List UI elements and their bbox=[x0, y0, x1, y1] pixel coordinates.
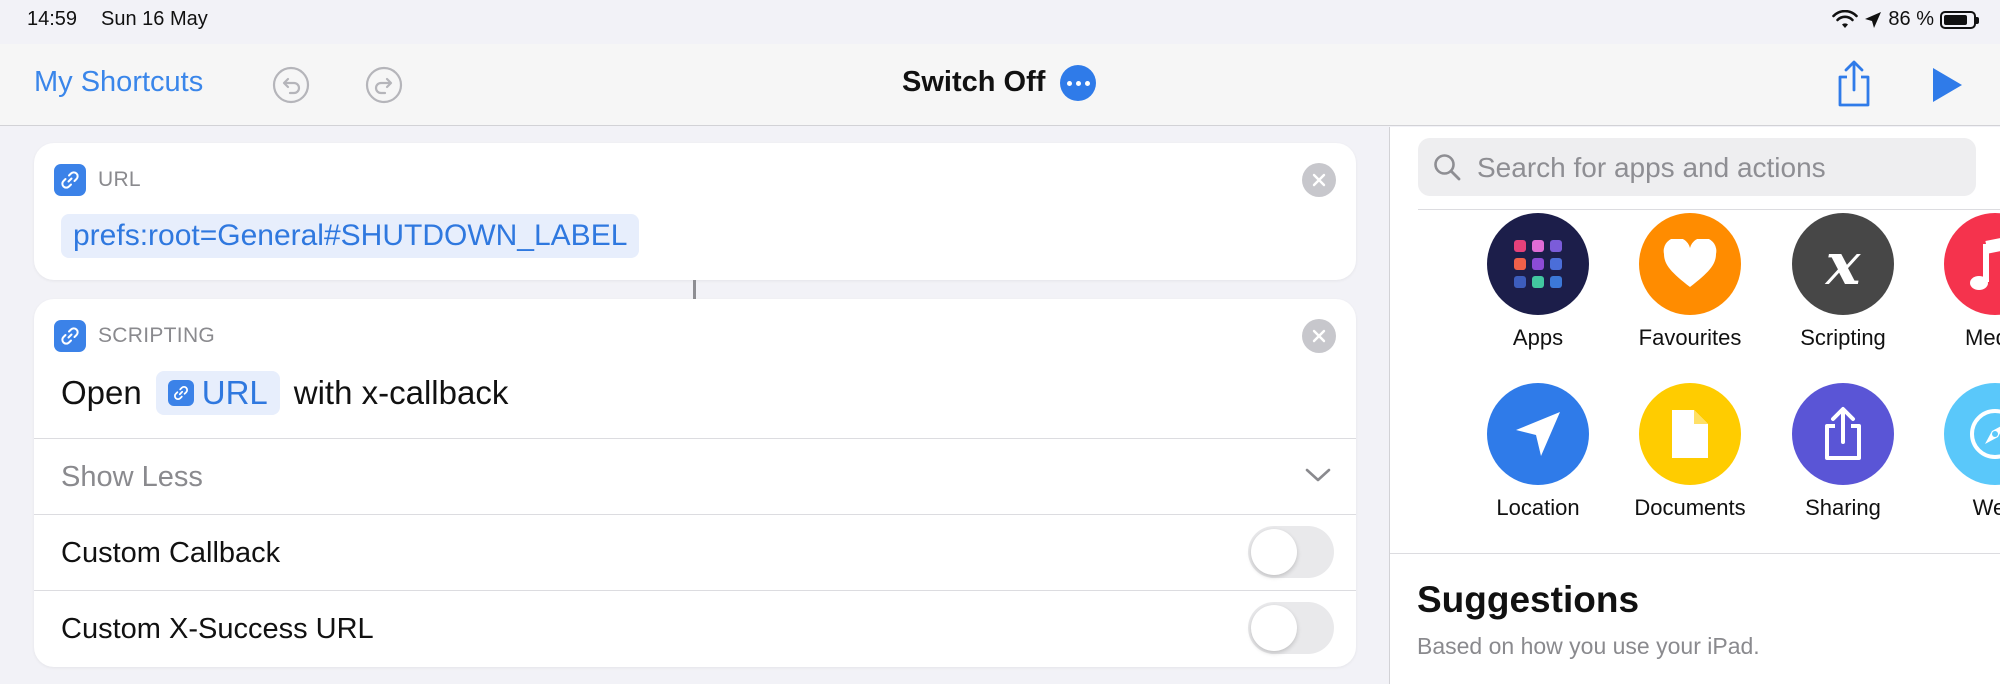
status-indicators: 86 % bbox=[1832, 8, 1979, 31]
category-web[interactable]: Web bbox=[1925, 383, 2000, 521]
battery-icon bbox=[1940, 10, 1979, 29]
show-less-row[interactable]: Show Less bbox=[34, 438, 1356, 514]
close-icon bbox=[1312, 173, 1326, 187]
status-time: 14:59 bbox=[27, 8, 78, 30]
show-less-label: Show Less bbox=[61, 461, 203, 493]
status-date: Sun 16 May bbox=[101, 8, 208, 30]
wifi-icon bbox=[1832, 9, 1859, 28]
more-dot bbox=[1075, 80, 1081, 86]
chevron-down-icon bbox=[1305, 468, 1331, 482]
action-header: SCRIPTING bbox=[54, 320, 215, 352]
link-icon bbox=[167, 380, 194, 406]
suggestions-heading: Suggestions bbox=[1417, 579, 1640, 620]
open-x-callback-action-card[interactable]: SCRIPTING Open URL with x-callback Show … bbox=[34, 299, 1356, 667]
music-note-icon bbox=[1944, 213, 2000, 315]
more-dot bbox=[1066, 80, 1072, 86]
category-favourites[interactable]: Favourites bbox=[1620, 213, 1760, 351]
category-label: Media bbox=[1965, 325, 2000, 350]
close-icon bbox=[1312, 329, 1326, 343]
action-summary: Open URL with x-callback bbox=[61, 371, 508, 415]
custom-x-success-url-row: Custom X-Success URL bbox=[34, 590, 1356, 666]
remove-action-button[interactable] bbox=[1302, 163, 1336, 197]
category-apps[interactable]: Apps bbox=[1468, 213, 1608, 351]
location-services-icon bbox=[1865, 11, 1882, 28]
scripting-x-icon: x bbox=[1792, 213, 1894, 315]
undo-icon[interactable] bbox=[272, 66, 310, 104]
custom-x-success-url-toggle[interactable] bbox=[1248, 602, 1334, 654]
search-placeholder: Search for apps and actions bbox=[1477, 152, 1826, 183]
suggestions-subtitle: Based on how you use your iPad. bbox=[1417, 633, 1760, 659]
category-label: Location bbox=[1496, 495, 1580, 520]
category-label: Apps bbox=[1512, 325, 1564, 350]
play-icon[interactable] bbox=[1930, 66, 1964, 104]
link-icon bbox=[54, 164, 86, 196]
category-location[interactable]: Location bbox=[1468, 383, 1608, 521]
category-label: Scripting bbox=[1800, 325, 1886, 350]
search-icon bbox=[1434, 154, 1461, 181]
url-variable-token[interactable]: URL bbox=[155, 371, 280, 415]
category-media[interactable]: Media bbox=[1925, 213, 2000, 351]
redo-icon[interactable] bbox=[365, 66, 403, 104]
custom-callback-label: Custom Callback bbox=[61, 537, 281, 569]
share-icon bbox=[1792, 383, 1894, 485]
category-sharing[interactable]: Sharing bbox=[1773, 383, 1913, 521]
navigation-bar: My Shortcuts Switch Off bbox=[0, 44, 2000, 126]
shortcut-title[interactable]: Switch Off bbox=[902, 66, 1045, 99]
url-action-card[interactable]: URL prefs:root=General#SHUTDOWN_LABEL bbox=[34, 143, 1356, 280]
search-input[interactable]: Search for apps and actions bbox=[1418, 138, 1976, 196]
category-label: Web bbox=[1972, 495, 2000, 520]
location-arrow-icon bbox=[1487, 383, 1589, 485]
action-category-label: URL bbox=[98, 168, 141, 191]
action-connector bbox=[693, 280, 696, 299]
toggle-knob bbox=[1251, 529, 1297, 575]
category-label: Sharing bbox=[1805, 495, 1881, 520]
variable-label: URL bbox=[201, 374, 268, 411]
share-icon[interactable] bbox=[1834, 60, 1874, 108]
action-header: URL bbox=[54, 164, 141, 196]
document-icon bbox=[1639, 383, 1741, 485]
custom-callback-row: Custom Callback bbox=[34, 514, 1356, 590]
separator bbox=[1418, 209, 2000, 210]
remove-action-button[interactable] bbox=[1302, 319, 1336, 353]
more-dot bbox=[1084, 80, 1090, 86]
status-bar: 14:59 Sun 16 May 86 % bbox=[0, 0, 2000, 44]
category-scripting[interactable]: x Scripting bbox=[1773, 213, 1913, 351]
actions-library-panel: Search for apps and actions Apps Favouri… bbox=[1389, 127, 2000, 684]
action-category-label: SCRIPTING bbox=[98, 324, 216, 347]
custom-x-success-url-label: Custom X-Success URL bbox=[61, 613, 374, 645]
more-options-button[interactable] bbox=[1060, 65, 1096, 101]
url-value-field[interactable]: prefs:root=General#SHUTDOWN_LABEL bbox=[61, 214, 640, 258]
heart-icon bbox=[1639, 213, 1741, 315]
category-label: Favourites bbox=[1638, 325, 1742, 350]
link-icon bbox=[54, 320, 86, 352]
shortcut-editor: URL prefs:root=General#SHUTDOWN_LABEL SC… bbox=[0, 127, 1389, 684]
x-callback-text: with x-callback bbox=[293, 374, 509, 411]
category-documents[interactable]: Documents bbox=[1620, 383, 1760, 521]
custom-callback-toggle[interactable] bbox=[1248, 526, 1334, 578]
separator bbox=[1390, 553, 2000, 554]
toggle-knob bbox=[1251, 605, 1297, 651]
battery-percent: 86 % bbox=[1888, 8, 1934, 30]
my-shortcuts-back-button[interactable]: My Shortcuts bbox=[34, 66, 203, 99]
compass-icon bbox=[1944, 383, 2000, 485]
category-label: Documents bbox=[1634, 495, 1746, 520]
apps-grid-icon bbox=[1487, 213, 1589, 315]
open-text: Open bbox=[61, 374, 142, 411]
